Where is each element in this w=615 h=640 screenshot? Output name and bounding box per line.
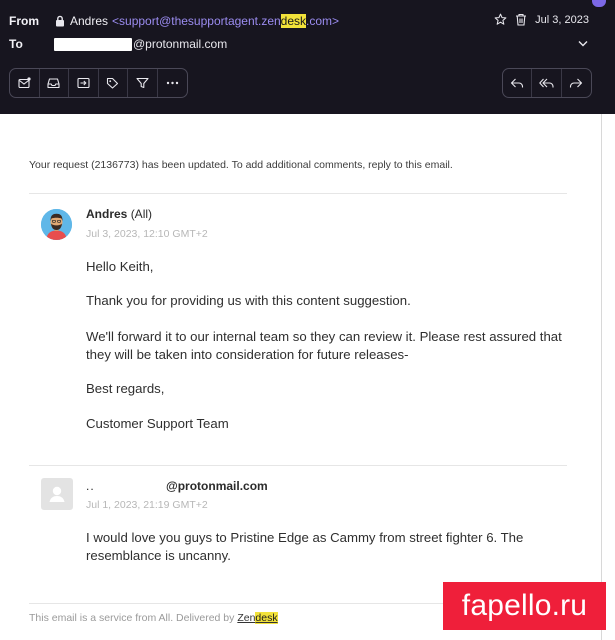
reply-button[interactable] xyxy=(503,69,532,97)
user-avatar xyxy=(41,478,73,510)
to-label: To xyxy=(9,37,23,51)
mark-unread-icon xyxy=(18,77,31,89)
divider xyxy=(29,465,567,466)
trash-icon[interactable] xyxy=(515,13,527,26)
label-icon xyxy=(107,77,119,89)
comment-author: .. @protonmail.com xyxy=(86,479,268,493)
to-row: To @protonmail.com xyxy=(9,37,227,51)
more-icon xyxy=(166,81,178,85)
message-toolbar xyxy=(9,68,188,98)
comment-author: Andres (All) xyxy=(86,207,152,221)
reply-all-button[interactable] xyxy=(532,69,562,97)
move-icon xyxy=(77,77,90,89)
signature: Customer Support Team xyxy=(86,416,229,431)
author-org: (All) xyxy=(130,207,153,221)
label-button[interactable] xyxy=(99,69,128,97)
request-intro: Your request (2136773) has been updated.… xyxy=(29,159,453,171)
footer-text: This email is a service from All. Delive… xyxy=(29,612,238,624)
author-name: Andres xyxy=(86,207,128,221)
star-icon[interactable] xyxy=(494,13,507,26)
author-name-truncated: .. xyxy=(86,479,95,493)
reply-all-icon xyxy=(539,78,554,88)
message-paragraph: I would love you guys to Pristine Edge a… xyxy=(86,530,524,563)
sender-email[interactable]: <support@thesupportagent.zendesk.com> xyxy=(112,14,339,28)
comment-date: Jul 1, 2023, 21:19 GMT+2 xyxy=(86,499,208,511)
message-paragraph: Thank you for providing us with this con… xyxy=(86,293,411,308)
inbox-icon xyxy=(47,78,60,89)
unread-marker xyxy=(592,0,606,7)
filter-icon xyxy=(136,77,149,89)
recipient-email[interactable]: @protonmail.com xyxy=(133,37,227,51)
message-header: From Andres <support@thesupportagent.zen… xyxy=(0,0,615,114)
email-footer: This email is a service from All. Delive… xyxy=(29,612,278,624)
from-row: From Andres <support@thesupportagent.zen… xyxy=(9,14,339,28)
forward-icon xyxy=(570,78,583,88)
redacted-recipient xyxy=(54,37,132,51)
agent-avatar xyxy=(41,209,72,240)
divider xyxy=(29,193,567,194)
content-edge xyxy=(601,114,602,640)
mark-unread-button[interactable] xyxy=(10,69,40,97)
message-date: Jul 3, 2023 xyxy=(535,13,589,26)
header-actions: Jul 3, 2023 xyxy=(494,13,589,26)
move-to-folder-button[interactable] xyxy=(69,69,99,97)
message-paragraph: We'll forward it to our internal team so… xyxy=(86,329,562,362)
chevron-down-icon[interactable] xyxy=(578,40,588,47)
move-to-inbox-button[interactable] xyxy=(40,69,69,97)
greeting: Hello Keith, xyxy=(86,259,154,274)
reply-icon xyxy=(510,78,523,88)
avatar-illustration-icon xyxy=(41,209,72,240)
lock-icon xyxy=(56,15,64,27)
more-button[interactable] xyxy=(158,69,188,97)
from-label: From xyxy=(9,14,39,28)
sender-name[interactable]: Andres xyxy=(70,14,108,28)
sign-off: Best regards, xyxy=(86,381,165,396)
comment-date: Jul 3, 2023, 12:10 GMT+2 xyxy=(86,228,208,240)
reply-toolbar xyxy=(501,68,592,98)
filter-button[interactable] xyxy=(128,69,158,97)
default-user-icon xyxy=(49,486,65,502)
watermark: fapello.ru xyxy=(443,582,606,630)
zendesk-link[interactable]: Zendesk xyxy=(237,612,278,624)
author-email: @protonmail.com xyxy=(166,479,268,493)
forward-button[interactable] xyxy=(562,69,592,97)
